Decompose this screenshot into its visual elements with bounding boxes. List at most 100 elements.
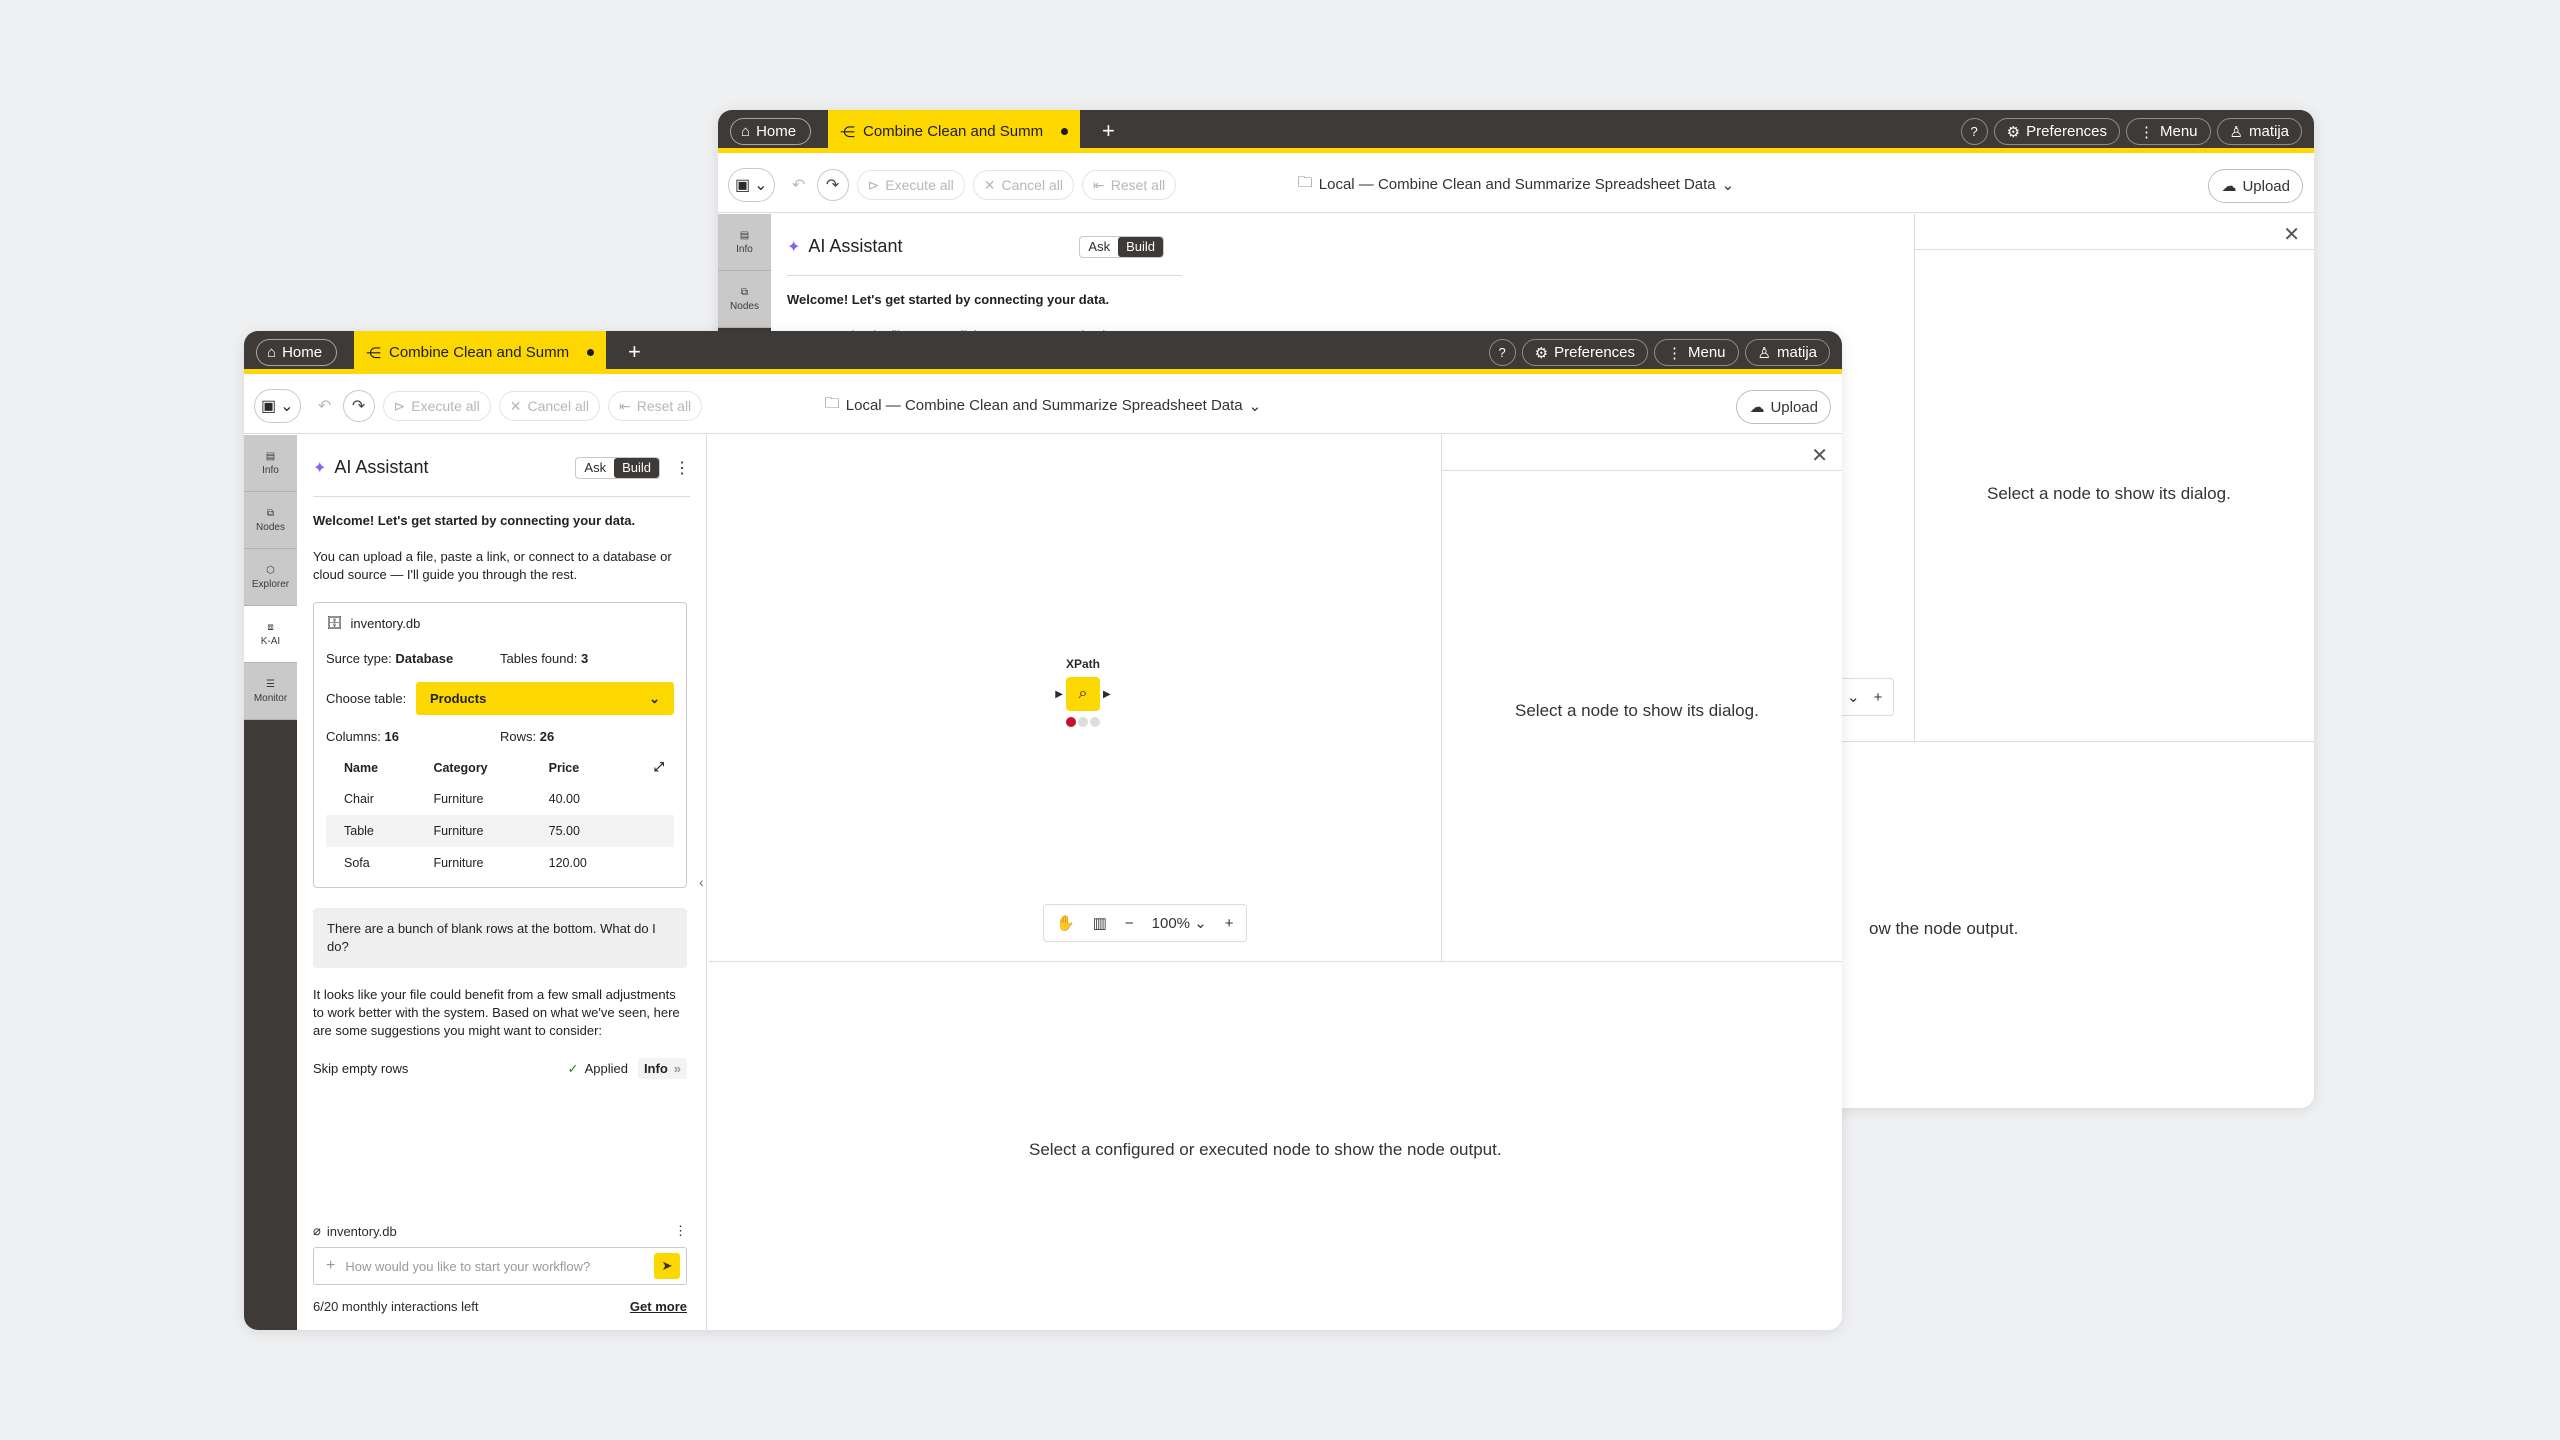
chevron-down-icon[interactable]: ⌄: [280, 396, 293, 416]
sparkle-icon: ✦: [787, 238, 801, 256]
help-button[interactable]: ?: [1488, 339, 1516, 366]
ai-header: ✦ AI Assistant Ask Build ⋮: [313, 453, 690, 497]
applied-status: ✓ Applied: [568, 1061, 628, 1077]
menu-button[interactable]: ⋮ Menu: [1654, 339, 1739, 366]
home-icon: ⌂: [267, 344, 277, 361]
sidebar-item-k-ai[interactable]: ⧈ K-AI: [244, 606, 297, 663]
table-cell: Furniture: [433, 792, 484, 806]
plus-icon[interactable]: +: [326, 1257, 335, 1275]
chevron-down-icon: ⌄: [1194, 915, 1207, 932]
execute-all-button[interactable]: ⊳ Execute all: [856, 170, 965, 200]
kebab-icon[interactable]: ⋮: [674, 458, 690, 478]
sidebar-item-explorer[interactable]: ⬡ Explorer: [244, 549, 297, 606]
sidebar-item-label: Info: [262, 464, 279, 476]
ai-title: AI Assistant: [334, 457, 429, 477]
file-name: inventory.db: [350, 615, 421, 631]
user-message: There are a bunch of blank rows at the b…: [313, 908, 687, 968]
output-port[interactable]: ▶: [1103, 689, 1111, 700]
execute-all-label: Execute all: [411, 398, 480, 414]
xpath-node[interactable]: XPath ▶ ⌕ ▶: [1048, 657, 1118, 727]
input-port[interactable]: ▶: [1055, 689, 1063, 700]
sidebar-item-nodes[interactable]: ⧉ Nodes: [718, 271, 771, 328]
workflow-tab[interactable]: ⋲ Combine Clean and Summar...: [828, 110, 1080, 153]
preferences-button[interactable]: ⚙ Preferences: [1993, 118, 2120, 145]
suggestion-row: Skip empty rows ✓ Applied Info »: [313, 1058, 687, 1079]
build-mode[interactable]: Build: [1118, 236, 1163, 257]
save-group[interactable]: ▣ ⌄: [254, 389, 301, 423]
chevron-down-icon[interactable]: ⌄: [754, 175, 767, 195]
save-group[interactable]: ▣ ⌄: [728, 168, 775, 202]
cancel-all-button[interactable]: ✕ Cancel all: [498, 391, 600, 421]
redo-button[interactable]: ↷: [816, 169, 849, 201]
undo-button[interactable]: ↶: [309, 390, 341, 422]
send-icon: ➤: [661, 1258, 673, 1273]
expand-icon[interactable]: ⤢: [654, 760, 664, 774]
new-tab-button[interactable]: +: [628, 340, 641, 364]
chevron-down-icon[interactable]: ⌄: [1847, 688, 1860, 706]
help-button[interactable]: ?: [1960, 118, 1988, 145]
workflow-title[interactable]: 🗀 Local — Combine Clean and Summarize Sp…: [825, 393, 1261, 418]
user-button[interactable]: ♙ matija: [2216, 118, 2302, 145]
table-cell: Table: [326, 815, 416, 847]
reset-all-button[interactable]: ⇤ Reset all: [1081, 170, 1177, 200]
preferences-button[interactable]: ⚙ Preferences: [1521, 339, 1648, 366]
close-icon[interactable]: ✕: [2283, 222, 2300, 247]
cancel-all-button[interactable]: ✕ Cancel all: [972, 170, 1074, 200]
fit-icon[interactable]: ▥: [1093, 914, 1107, 932]
reset-icon: ⇤: [618, 397, 631, 414]
undo-button[interactable]: ↶: [783, 169, 815, 201]
user-button[interactable]: ♙ matija: [1744, 339, 1830, 366]
reset-all-label: Reset all: [1110, 177, 1166, 193]
menu-button[interactable]: ⋮ Menu: [2126, 118, 2211, 145]
sidebar-item-info[interactable]: ▤ Info: [244, 435, 297, 492]
database-icon: 🗄: [326, 615, 343, 630]
mode-switch[interactable]: Ask Build: [575, 456, 660, 479]
user-label: matija: [2248, 123, 2289, 140]
info-label: Info: [643, 1061, 668, 1076]
zoom-out-icon[interactable]: −: [1125, 915, 1134, 932]
home-tab[interactable]: ⌂ Home: [730, 118, 812, 145]
hand-icon[interactable]: ✋: [1056, 914, 1075, 932]
sidebar-item-label: Nodes: [256, 521, 285, 533]
sidebar-item-nodes[interactable]: ⧉ Nodes: [244, 492, 297, 549]
paperclip-icon: ⌀: [313, 1223, 321, 1238]
kebab-icon[interactable]: ⋮: [674, 1223, 687, 1239]
workflow-tab[interactable]: ⋲ Combine Clean and Summar...: [354, 331, 606, 374]
zoom-in-icon[interactable]: +: [1874, 689, 1883, 706]
execute-icon: ⊳: [393, 397, 406, 414]
home-tab[interactable]: ⌂ Home: [256, 339, 338, 366]
table-row: Sofa Furniture 120.00: [326, 847, 674, 879]
reset-all-button[interactable]: ⇤ Reset all: [607, 391, 703, 421]
info-button[interactable]: Info »: [637, 1058, 687, 1079]
new-tab-button[interactable]: +: [1102, 119, 1115, 143]
ask-mode[interactable]: Ask: [576, 458, 614, 478]
kebab-icon: ⋮: [1667, 344, 1682, 362]
execute-all-button[interactable]: ⊳ Execute all: [382, 391, 491, 421]
redo-button[interactable]: ↷: [342, 390, 375, 422]
chevron-left-icon[interactable]: ‹: [699, 874, 704, 890]
close-icon[interactable]: ✕: [1811, 443, 1828, 468]
build-mode[interactable]: Build: [614, 457, 659, 478]
save-icon[interactable]: ▣: [261, 396, 276, 416]
upload-button[interactable]: ☁ Upload: [2208, 169, 2303, 203]
node-name: XPath: [1065, 657, 1100, 671]
mode-switch[interactable]: Ask Build: [1079, 235, 1164, 258]
k-ai-icon: ⧈: [267, 621, 274, 633]
side-nav: ▤ Info ⧉ Nodes ⬡ Explorer ⧈ K-AI ☰ Monitor: [244, 435, 297, 1330]
get-more-link[interactable]: Get more: [630, 1299, 687, 1314]
ask-mode[interactable]: Ask: [1080, 237, 1118, 257]
sidebar-item-info[interactable]: ▤ Info: [718, 214, 771, 271]
zoom-controls[interactable]: ⌄ +: [1838, 678, 1894, 716]
save-icon[interactable]: ▣: [735, 175, 750, 195]
table-cell: 75.00: [530, 815, 626, 847]
sidebar-item-monitor[interactable]: ☰ Monitor: [244, 663, 297, 720]
folder-icon: 🗀: [1297, 174, 1313, 191]
zoom-level[interactable]: 100% ⌄: [1152, 914, 1207, 932]
table-select[interactable]: Products ⌄: [416, 682, 674, 715]
zoom-in-icon[interactable]: +: [1225, 915, 1234, 932]
send-button[interactable]: ➤: [654, 1253, 680, 1279]
workflow-title[interactable]: 🗀 Local — Combine Clean and Summarize Sp…: [1298, 172, 1734, 197]
prompt-input[interactable]: + How would you like to start your workf…: [313, 1247, 687, 1285]
upload-button[interactable]: ☁ Upload: [1736, 390, 1831, 424]
data-source-card: 🗄 inventory.db Surce type: Database Tabl…: [313, 602, 687, 888]
